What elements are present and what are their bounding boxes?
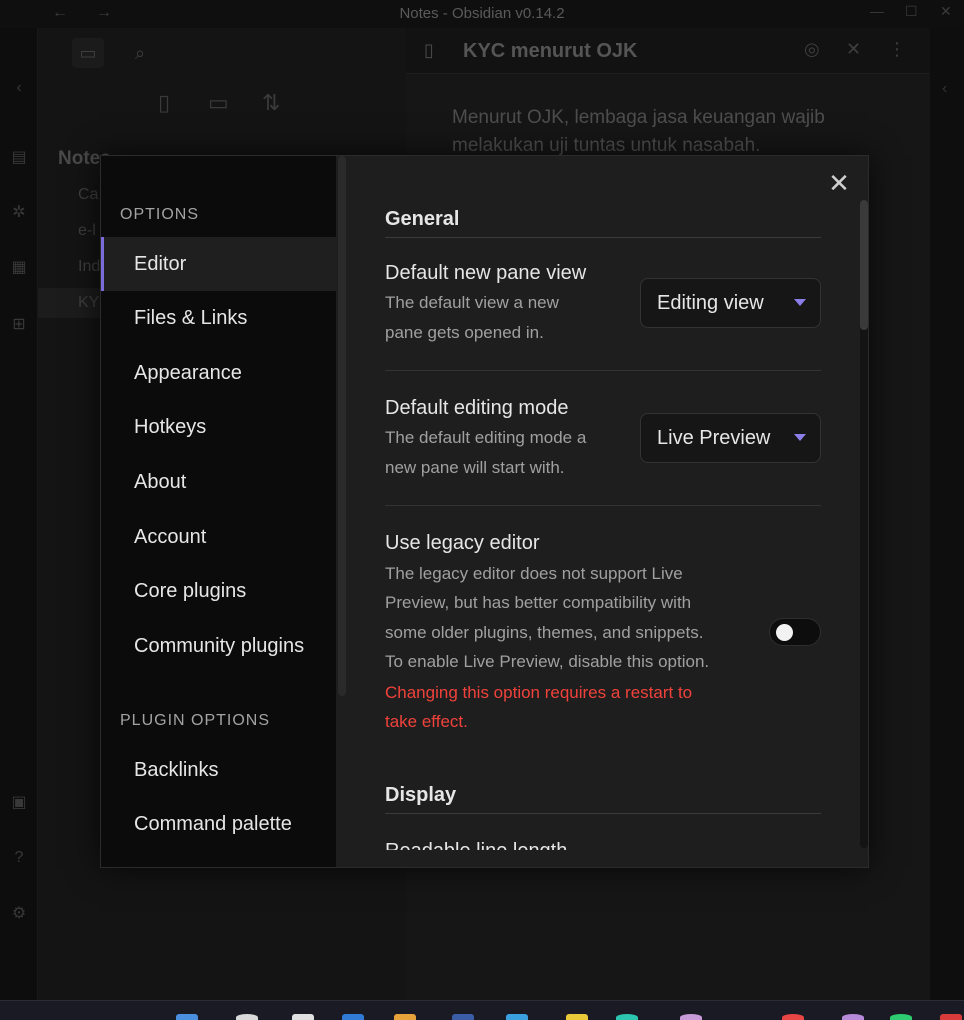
file-item[interactable]: Ind bbox=[78, 258, 100, 276]
window-title: Notes - Obsidian v0.14.2 bbox=[399, 5, 565, 22]
settings-tab-about[interactable]: About bbox=[101, 455, 336, 509]
graph-view-icon[interactable]: ✲ bbox=[9, 203, 29, 223]
right-ribbon: ‹ bbox=[930, 28, 964, 1000]
settings-tab-files-links[interactable]: Files & Links bbox=[101, 291, 336, 345]
settings-content: ✕ General Default new pane view The defa… bbox=[348, 156, 868, 867]
settings-tab-command-palette[interactable]: Command palette bbox=[101, 797, 336, 851]
divider bbox=[385, 370, 821, 371]
restart-warning: take effect. bbox=[385, 712, 468, 731]
setting-desc: new pane will start with. bbox=[385, 458, 565, 477]
left-ribbon: ‹ ▤ ✲ ▦ ⊞ ▣ ? ⚙ bbox=[0, 28, 38, 1000]
setting-desc: pane gets opened in. bbox=[385, 323, 544, 342]
quick-switcher-icon[interactable]: ▤ bbox=[9, 148, 29, 168]
app-icon[interactable] bbox=[616, 1014, 638, 1020]
new-folder-icon[interactable]: ▭ bbox=[208, 90, 229, 116]
divider bbox=[385, 505, 821, 506]
document-body: Menurut OJK, lembaga jasa keuangan wajib… bbox=[452, 107, 825, 156]
document-title: KYC menurut OJK bbox=[463, 40, 638, 62]
help-icon[interactable]: ? bbox=[9, 848, 29, 868]
dropdown-value: Live Preview bbox=[657, 427, 771, 449]
dropdown-value: Editing view bbox=[657, 292, 764, 314]
setting-desc: The default editing mode a bbox=[385, 428, 587, 447]
legacy-editor-toggle[interactable] bbox=[769, 618, 821, 646]
setting-name: Default editing mode bbox=[385, 397, 569, 419]
chevron-down-icon bbox=[794, 299, 806, 306]
settings-tab-appearance[interactable]: Appearance bbox=[101, 346, 336, 400]
window-close-icon[interactable]: ✕ bbox=[940, 3, 952, 20]
default-editing-mode-dropdown[interactable]: Live Preview bbox=[640, 413, 821, 463]
editor-header: ▯ KYC menurut OJK ◎ ✕ ⋮ bbox=[406, 28, 930, 74]
app-icon[interactable] bbox=[782, 1014, 804, 1020]
file-item[interactable]: Ca bbox=[78, 186, 98, 204]
title-bar: ← → Notes - Obsidian v0.14.2 — ☐ ✕ bbox=[0, 0, 964, 28]
app-icon[interactable] bbox=[842, 1014, 864, 1020]
settings-tab-community-plugins[interactable]: Community plugins bbox=[101, 619, 336, 673]
section-title-general: General bbox=[385, 208, 821, 238]
settings-tab-account[interactable]: Account bbox=[101, 510, 336, 564]
default-pane-view-dropdown[interactable]: Editing view bbox=[640, 278, 821, 328]
setting-desc: Preview, but has better compatibility wi… bbox=[385, 593, 692, 612]
restart-warning: Changing this option requires a restart … bbox=[385, 683, 693, 702]
start-icon[interactable] bbox=[176, 1014, 198, 1020]
app-icon[interactable] bbox=[506, 1014, 528, 1020]
app-icon[interactable] bbox=[394, 1014, 416, 1020]
minimize-icon[interactable]: — bbox=[870, 3, 884, 19]
close-icon[interactable]: ✕ bbox=[826, 170, 852, 196]
app-icon[interactable] bbox=[342, 1014, 364, 1020]
setting-desc: The default view a new bbox=[385, 293, 559, 312]
app-icon[interactable] bbox=[566, 1014, 588, 1020]
collapse-right-chevron-icon[interactable]: ‹ bbox=[942, 80, 947, 98]
settings-sidebar: OPTIONS Editor Files & Links Appearance … bbox=[101, 156, 336, 867]
settings-tab-backlinks[interactable]: Backlinks bbox=[101, 743, 336, 797]
chevron-down-icon bbox=[794, 434, 806, 441]
app-icon[interactable] bbox=[452, 1014, 474, 1020]
sort-icon[interactable]: ⇅ bbox=[262, 90, 280, 116]
settings-tab-hotkeys[interactable]: Hotkeys bbox=[101, 400, 336, 454]
more-options-icon[interactable]: ⋮ bbox=[888, 39, 906, 60]
options-heading: OPTIONS bbox=[120, 206, 200, 223]
toggle-knob bbox=[776, 624, 793, 641]
app-icon[interactable] bbox=[890, 1014, 912, 1020]
taskbar bbox=[0, 1000, 964, 1020]
app-icon[interactable] bbox=[680, 1014, 702, 1020]
new-note-icon[interactable]: ▯ bbox=[158, 90, 170, 116]
section-title-display: Display bbox=[385, 784, 821, 814]
setting-name: Default new pane view bbox=[385, 262, 587, 284]
content-scrollbar-thumb[interactable] bbox=[860, 200, 868, 330]
maximize-icon[interactable]: ☐ bbox=[905, 3, 918, 20]
settings-tab-editor[interactable]: Editor bbox=[101, 237, 336, 291]
file-explorer-tab-icon[interactable]: ▭ bbox=[72, 38, 104, 68]
setting-desc: The legacy editor does not support Live bbox=[385, 564, 683, 583]
reading-view-icon[interactable]: ◎ bbox=[804, 39, 820, 60]
setting-name: Readable line length bbox=[385, 836, 567, 850]
app-icon[interactable] bbox=[940, 1014, 962, 1020]
setting-name: Use legacy editor bbox=[385, 532, 540, 554]
settings-tab-core-plugins[interactable]: Core plugins bbox=[101, 564, 336, 618]
vault-icon[interactable]: ▣ bbox=[9, 793, 29, 813]
templates-icon[interactable]: ▦ bbox=[9, 258, 29, 278]
collapse-chevron-icon[interactable]: ‹ bbox=[9, 78, 29, 98]
canvas-icon[interactable]: ⊞ bbox=[9, 315, 29, 335]
search-tab-icon[interactable]: ⌕ bbox=[124, 38, 156, 68]
document-icon: ▯ bbox=[424, 40, 434, 60]
close-pane-icon[interactable]: ✕ bbox=[846, 39, 861, 60]
file-item[interactable]: e-l bbox=[78, 222, 96, 240]
task-view-icon[interactable] bbox=[292, 1014, 314, 1020]
settings-modal: OPTIONS Editor Files & Links Appearance … bbox=[100, 155, 869, 868]
gear-icon[interactable]: ⚙ bbox=[9, 904, 29, 924]
sidebar-scrollbar[interactable] bbox=[338, 156, 346, 696]
plugin-options-heading: PLUGIN OPTIONS bbox=[120, 712, 271, 729]
setting-desc: To enable Live Preview, disable this opt… bbox=[385, 652, 710, 671]
setting-desc: some older plugins, themes, and snippets… bbox=[385, 623, 704, 642]
search-taskbar-icon[interactable] bbox=[236, 1014, 258, 1020]
